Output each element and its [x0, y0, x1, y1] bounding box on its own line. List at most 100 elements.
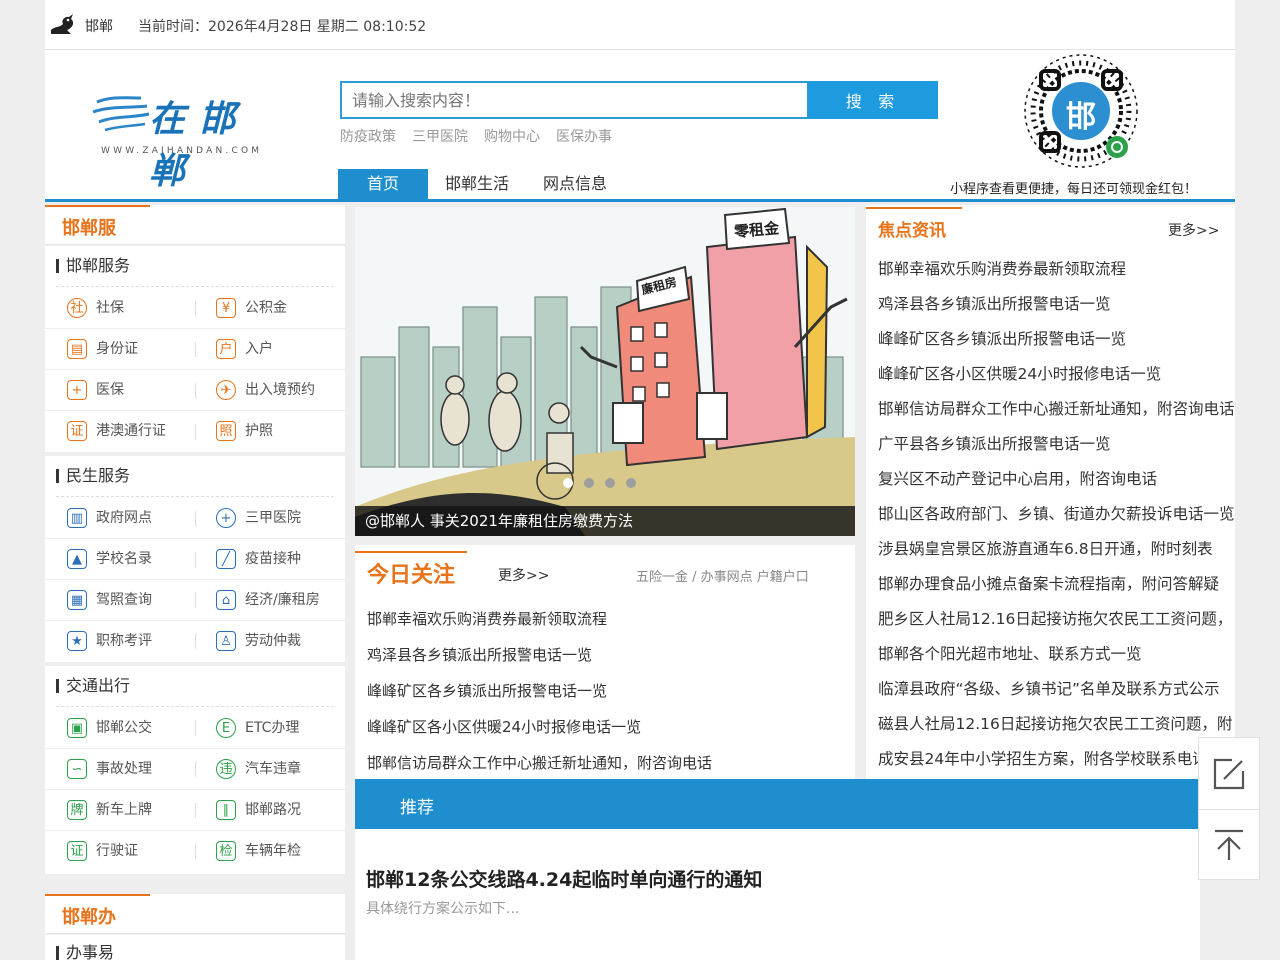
nav-outlets[interactable]: 网点信息	[526, 169, 624, 199]
focus-item[interactable]: 临漳县政府“各级、乡镇书记”名单及联系方式公示	[878, 672, 1235, 707]
main-nav: 首页 邯郸生活 网点信息	[338, 169, 624, 199]
left-section-header: 邯郸服务	[45, 205, 345, 283]
service-label: 港澳通行证	[96, 423, 166, 439]
hot-link[interactable]: 购物中心	[484, 126, 540, 146]
today-item[interactable]: 峰峰矿区各小区供暖24小时报修电话一览	[367, 709, 712, 745]
service-household[interactable]: 户入户	[216, 329, 273, 369]
section-title: 邯郸办事	[45, 894, 150, 960]
today-focus-panel: 今日关注 更多>> 五险一金 / 办事网点 户籍户口 邯郸幸福欢乐购消费券最新领…	[355, 545, 855, 780]
focus-item[interactable]: 肥乡区人社局12.16日起接访拖欠农民工工资问题，	[878, 602, 1235, 637]
site-logo[interactable]: 在邯郸 WWW.ZAIHANDAN.COM	[91, 88, 291, 192]
focus-item[interactable]: 鸡泽县各乡镇派出所报警电话一览	[878, 287, 1235, 322]
service-accident[interactable]: ∽ 事故处理	[67, 749, 152, 789]
recommend-article-title[interactable]: 邯郸12条公交线路4.24起临时单向通行的通知	[366, 865, 762, 892]
hot-link[interactable]: 医保办事	[556, 126, 612, 146]
nav-life[interactable]: 邯郸生活	[428, 169, 526, 199]
service-housing-fund[interactable]: ¥ 公积金	[216, 288, 287, 328]
service-label: 行驶证	[96, 843, 138, 859]
focus-item[interactable]: 邯郸幸福欢乐购消费券最新领取流程	[878, 252, 1235, 287]
search-input[interactable]	[342, 83, 807, 117]
focus-news-panel: 焦点资讯 更多>> 邯郸幸福欢乐购消费券最新领取流程 鸡泽县各乡镇派出所报警电话…	[866, 205, 1235, 779]
service-inspection[interactable]: 检车辆年检	[216, 831, 301, 871]
service-hk-macau-permit[interactable]: 证港澳通行证	[67, 411, 166, 451]
service-hospital[interactable]: + 三甲医院	[216, 498, 301, 538]
service-vehicle-license[interactable]: 证行驶证	[67, 831, 138, 871]
hot-link[interactable]: 三甲医院	[412, 126, 468, 146]
house-icon: ⌂	[216, 590, 236, 610]
today-item[interactable]: 邯郸幸福欢乐购消费券最新领取流程	[367, 601, 712, 637]
service-violation[interactable]: 违汽车违章	[216, 749, 301, 789]
focus-item[interactable]: 邯郸各个阳光超市地址、联系方式一览	[878, 637, 1235, 672]
hot-link[interactable]: 防疫政策	[340, 126, 396, 146]
slider-dots	[563, 478, 636, 488]
banner-caption[interactable]: @邯郸人 事关2021年廉租住房缴费方法	[355, 506, 855, 536]
service-new-plate[interactable]: 牌新车上牌	[67, 790, 152, 830]
school-icon: ▲	[67, 549, 87, 569]
focus-item[interactable]: 邯郸办理食品小摊点备案卡流程指南，附问答解疑	[878, 567, 1235, 602]
housing-fund-icon: ¥	[216, 298, 236, 318]
service-social-security[interactable]: 社社保	[67, 288, 124, 328]
today-more-link[interactable]: 更多>>	[498, 565, 549, 585]
search-box	[340, 81, 809, 119]
government-icon: ▥	[67, 508, 87, 528]
service-bus[interactable]: ▣ 邯郸公交	[67, 708, 152, 748]
service-passport[interactable]: 照护照	[216, 411, 273, 451]
service-label: 事故处理	[96, 761, 152, 777]
focus-item[interactable]: 广平县各乡镇派出所报警电话一览	[878, 427, 1235, 462]
id-card-icon: ▤	[67, 339, 87, 359]
service-label: 车辆年检	[245, 843, 301, 859]
service-label: 三甲医院	[245, 510, 301, 526]
city-label[interactable]: 邯郸	[85, 16, 113, 36]
driver-license-icon: ▦	[67, 590, 87, 610]
focus-item[interactable]: 峰峰矿区各乡镇派出所报警电话一览	[878, 322, 1235, 357]
focus-item[interactable]: 涉县娲皇宫景区旅游直通车6.8日开通，附时刻表	[878, 532, 1235, 567]
focus-item[interactable]: 成安县24年中小学招生方案，附各学校联系电话	[878, 742, 1235, 777]
qr-caption: 小程序查看更便捷，每日还可领现金红包！	[950, 182, 1198, 197]
service-road-status[interactable]: ∥ 邯郸路况	[216, 790, 301, 830]
brand-name: 在邯郸	[149, 98, 250, 192]
focus-item[interactable]: 峰峰矿区各小区供暖24小时报修电话一览	[878, 357, 1235, 392]
accident-icon: ∽	[67, 759, 87, 779]
service-label: 经济/廉租房	[245, 592, 320, 608]
service-labor-arbitration[interactable]: ♙ 劳动仲裁	[216, 621, 301, 661]
floating-toolbar	[1198, 737, 1260, 880]
slider-dot[interactable]	[626, 478, 636, 488]
service-label: 新车上牌	[96, 802, 152, 818]
slider-dot[interactable]	[563, 478, 573, 488]
back-to-top-button[interactable]	[1199, 809, 1259, 880]
passport-icon: 照	[216, 421, 236, 441]
service-medical-insurance[interactable]: + 医保	[67, 370, 124, 410]
today-item[interactable]: 鸡泽县各乡镇派出所报警电话一览	[367, 637, 712, 673]
slider-dot[interactable]	[605, 478, 615, 488]
service-housing[interactable]: ⌂ 经济/廉租房	[216, 580, 320, 620]
social-security-icon: 社	[67, 298, 87, 318]
focus-item[interactable]: 复兴区不动产登记中心启用，附咨询电话	[878, 462, 1235, 497]
recommend-panel: 推荐 邯郸12条公交线路4.24起临时单向通行的通知 具体绕行方案公示如下...	[355, 779, 1200, 960]
today-tags[interactable]: 五险一金 / 办事网点 户籍户口	[636, 566, 809, 585]
today-item[interactable]: 邯郸信访局群众工作中心搬迁新址通知，附咨询电话	[367, 745, 712, 781]
service-school[interactable]: ▲ 学校名录	[67, 539, 152, 579]
service-id-card[interactable]: ▤ 身份证	[67, 329, 138, 369]
current-time: 当前时间：2026年4月28日 星期二 08:10:52	[138, 19, 427, 35]
vehicle-license-icon: 证	[67, 841, 87, 861]
banner-slider[interactable]: 廉租房 零租金 @邯郸人 事关2021年廉租住房缴费方法	[355, 207, 855, 536]
slider-dot[interactable]	[584, 478, 594, 488]
search-button[interactable]: 搜 索	[808, 81, 938, 119]
service-driver-license[interactable]: ▦ 驾照查询	[67, 580, 152, 620]
focus-title: 焦点资讯	[866, 207, 962, 247]
service-title-evaluation[interactable]: ★ 职称考评	[67, 621, 152, 661]
nav-home[interactable]: 首页	[338, 169, 428, 199]
focus-item[interactable]: 邯郸信访局群众工作中心搬迁新址通知，附咨询电话	[878, 392, 1235, 427]
service-label: 身份证	[96, 341, 138, 357]
site-mascot-icon[interactable]	[47, 8, 79, 40]
service-government[interactable]: ▥ 政府网点	[67, 498, 152, 538]
focus-item[interactable]: 邯山区各政府部门、乡镇、街道办欠薪投诉电话一览	[878, 497, 1235, 532]
service-vaccine[interactable]: ╱ 疫苗接种	[216, 539, 301, 579]
focus-more-link[interactable]: 更多>>	[1168, 220, 1219, 240]
today-item[interactable]: 峰峰矿区各乡镇派出所报警电话一览	[367, 673, 712, 709]
focus-item[interactable]: 磁县人社局12.16日起接访拖欠农民工工资问题，附	[878, 707, 1235, 742]
service-etc[interactable]: E ETC办理	[216, 708, 299, 748]
recommend-tab[interactable]: 推荐	[400, 793, 434, 818]
feedback-button[interactable]	[1199, 738, 1259, 809]
service-entry-exit[interactable]: ✈ 出入境预约	[216, 370, 315, 410]
